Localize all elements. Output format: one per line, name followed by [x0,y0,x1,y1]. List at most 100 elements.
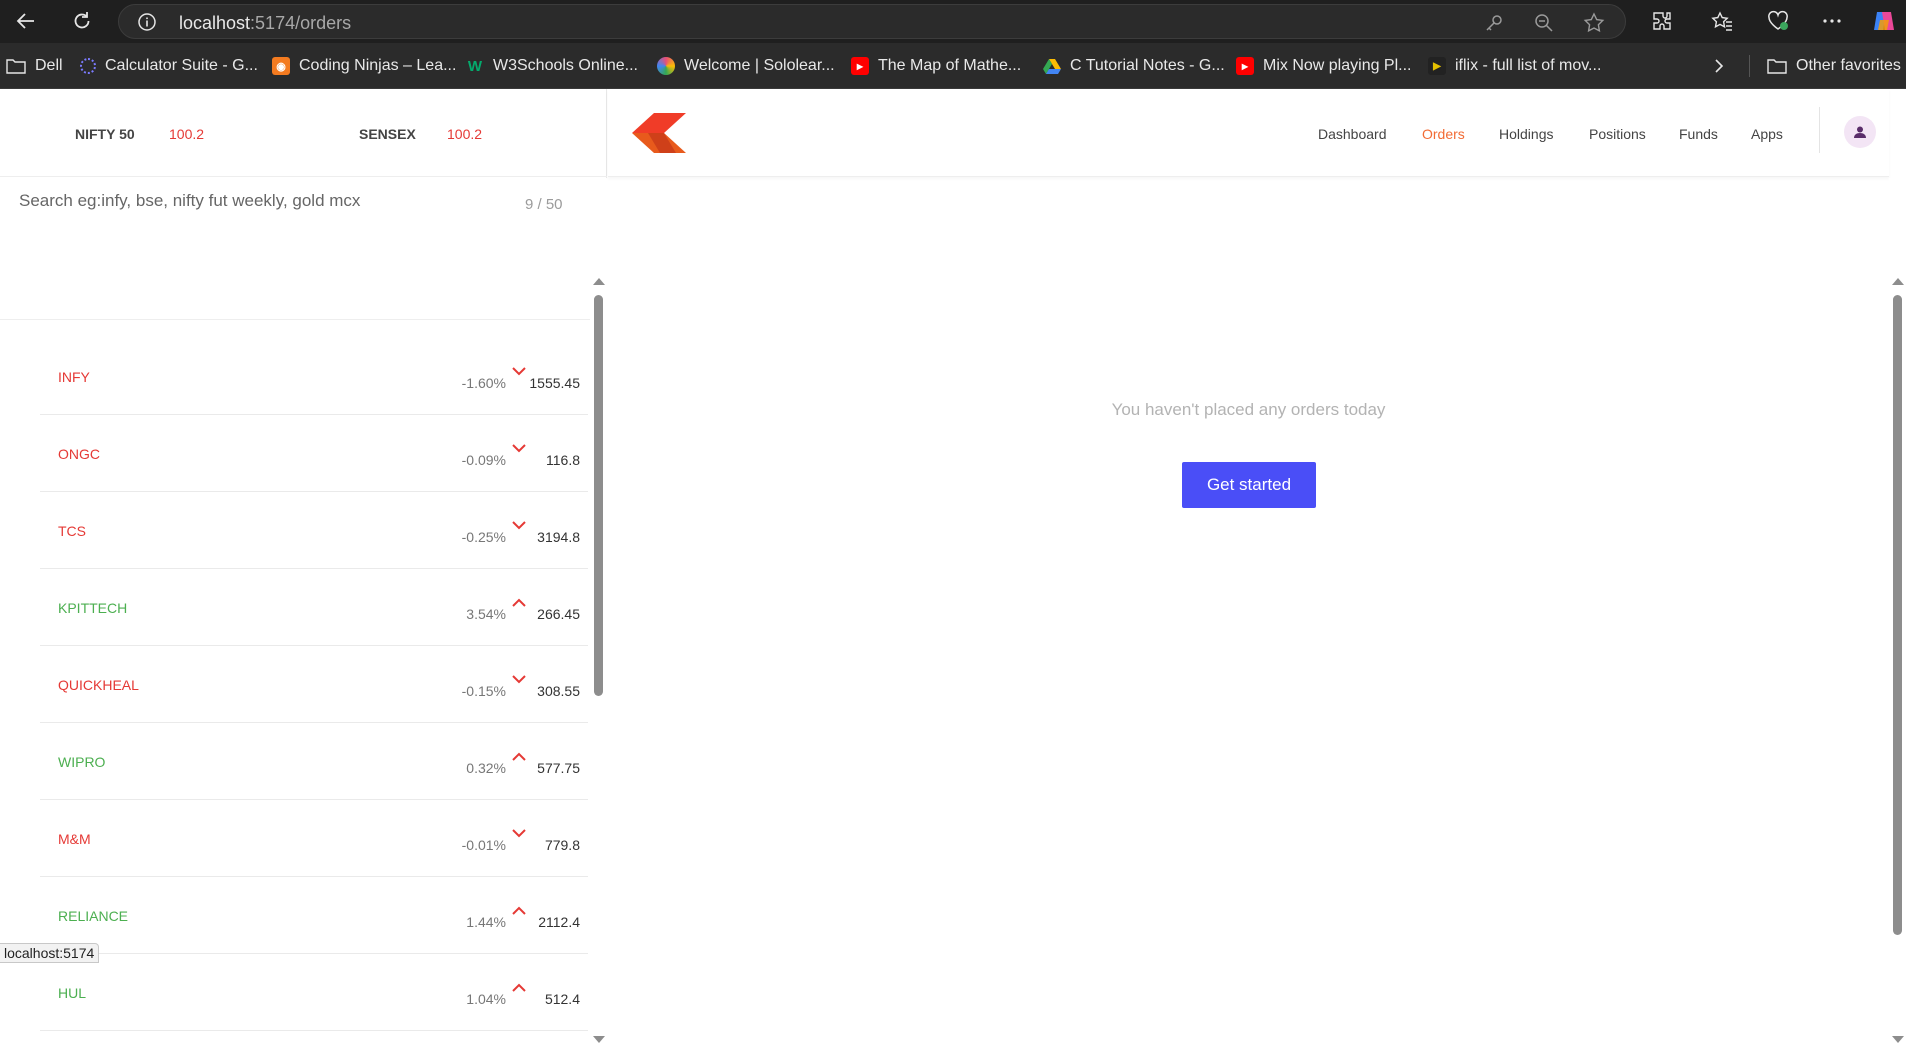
nav-funds[interactable]: Funds [1679,126,1718,142]
page-scrollbar[interactable] [1889,178,1906,1052]
scrollbar-thumb[interactable] [1893,295,1902,935]
chevron-down-icon [512,675,526,684]
bookmark-other-favorites[interactable]: Other favorites [1767,55,1901,77]
scroll-down-arrow-icon[interactable] [593,1036,605,1043]
scroll-down-arrow-icon[interactable] [1892,1036,1904,1043]
watchlist-scrollbar[interactable] [590,178,607,1052]
orders-empty-message: You haven't placed any orders today [1111,400,1386,419]
bookmark-mix-now-playing[interactable]: ▶ Mix Now playing Pl... [1236,55,1412,77]
browser-essentials-icon[interactable] [1764,7,1792,35]
watchlist-row[interactable]: KPITTECH 3.54% 266.45 [40,569,588,646]
index-name-sensex: SENSEX [359,126,416,142]
stock-price: 308.55 [537,683,580,699]
copilot-icon[interactable] [1870,7,1898,35]
bookmark-label: Welcome | Sololear... [684,57,835,74]
bookmark-calculator-suite[interactable]: Calculator Suite - G... [80,55,258,77]
stock-symbol: ONGC [58,446,100,462]
stock-symbol: HUL [58,985,87,1001]
stock-price: 1555.45 [529,375,580,391]
key-icon[interactable] [1483,12,1505,34]
bookmark-label: Mix Now playing Pl... [1263,57,1412,74]
chevron-down-icon [512,829,526,838]
bookmark-label: Coding Ninjas – Lea... [299,57,457,74]
bookmark-iflix[interactable]: ▶ iflix - full list of mov... [1428,55,1601,77]
nav-positions[interactable]: Positions [1589,126,1646,142]
back-icon[interactable] [12,7,40,35]
bookmark-label: Calculator Suite - G... [105,57,258,74]
zoom-out-icon[interactable] [1533,12,1555,34]
more-menu-icon[interactable] [1818,7,1846,35]
watchlist-row[interactable]: TCS -0.25% 3194.8 [40,492,588,569]
bookmark-dell[interactable]: Dell [6,55,63,77]
stock-percent-change: -0.15% [461,683,506,699]
stock-price: 3194.8 [537,529,580,545]
codingninjas-icon: ◉ [272,57,290,75]
watchlist-row[interactable]: ONGC -0.09% 116.8 [40,415,588,492]
stock-percent-change: 3.54% [466,606,506,622]
bookmark-sololearn[interactable]: Welcome | Sololear... [657,55,835,77]
site-info-icon[interactable] [137,12,157,32]
kite-logo-icon[interactable] [630,111,688,155]
bookmark-label: Other favorites [1796,57,1901,74]
nav-apps[interactable]: Apps [1751,126,1783,142]
iflix-icon: ▶ [1428,57,1446,75]
nav-dashboard[interactable]: Dashboard [1318,126,1387,142]
stock-percent-change: 0.32% [466,760,506,776]
extensions-icon[interactable] [1648,7,1676,35]
bookmark-label: W3Schools Online... [493,57,638,74]
nav-orders[interactable]: Orders [1422,126,1465,142]
sololearn-icon [657,57,675,75]
geogebra-icon [80,58,96,74]
status-url-tooltip: localhost:5174 [0,943,100,963]
bookmark-c-tutorial-notes[interactable]: C Tutorial Notes - G... [1043,55,1225,77]
app-root: NIFTY 50 100.2 SENSEX 100.2 9 / 50 INFY -… [0,89,1906,1052]
watchlist-row[interactable]: RELIANCE 1.44% 2112.4 [40,877,588,954]
scroll-up-arrow-icon[interactable] [593,278,605,285]
scrollbar-thumb[interactable] [594,295,603,696]
bookmark-w3schools[interactable]: W W3Schools Online... [466,55,638,77]
index-value-sensex: 100.2 [447,126,483,142]
chevron-down-icon [512,367,526,376]
stock-symbol: TCS [58,523,86,539]
favorite-star-icon[interactable] [1583,12,1605,34]
stock-percent-change: 1.04% [466,991,506,1007]
stock-symbol: QUICKHEAL [58,677,139,693]
url-host: localhost [179,13,251,33]
bookmark-coding-ninjas[interactable]: ◉ Coding Ninjas – Lea... [272,55,456,77]
google-drive-icon [1043,59,1061,74]
favorites-icon[interactable] [1708,7,1736,35]
app-header: Dashboard Orders Holdings Positions Fund… [608,89,1889,177]
search-input[interactable] [19,181,489,221]
index-name-nifty: NIFTY 50 [75,126,135,142]
w3schools-icon: W [467,57,483,75]
watchlist-rows: INFY -1.60% 1555.45 ONGC -0.09% 116.8 TCS -0.25… [40,338,588,1031]
index-value-nifty: 100.2 [169,126,205,142]
user-avatar[interactable] [1844,116,1876,148]
bookmark-map-of-mathematics[interactable]: ▶ The Map of Mathe... [851,55,1021,77]
browser-toolbar: localhost:5174/orders [0,0,1906,43]
stock-percent-change: -1.60% [461,375,506,391]
watchlist-row[interactable]: QUICKHEAL -0.15% 308.55 [40,646,588,723]
address-url[interactable]: localhost:5174/orders [179,13,351,34]
watchlist-row[interactable]: WIPRO 0.32% 577.75 [40,723,588,800]
get-started-button[interactable]: Get started [1182,462,1316,508]
scroll-up-arrow-icon[interactable] [1892,278,1904,285]
stock-symbol: WIPRO [58,754,106,770]
nav-holdings[interactable]: Holdings [1499,126,1553,142]
bookmarks-bar: Dell Calculator Suite - G... ◉ Coding Ni… [0,43,1906,89]
stock-price: 266.45 [537,606,580,622]
bookmarks-overflow-chevron-icon[interactable] [1712,55,1726,77]
address-bar[interactable]: localhost:5174/orders [118,4,1626,39]
refresh-icon[interactable] [68,7,96,35]
user-icon [1854,126,1866,138]
watchlist-row[interactable]: M&M -0.01% 779.8 [40,800,588,877]
bookmark-label: Dell [35,57,63,74]
watchlist-count: 9 / 50 [525,196,563,213]
orders-content: You haven't placed any orders today Get … [608,178,1889,963]
bookmark-label: The Map of Mathe... [878,57,1022,74]
watchlist-row[interactable]: HUL 1.04% 512.4 [40,954,588,1031]
youtube-icon: ▶ [1236,57,1254,75]
chevron-down-icon [512,444,526,453]
watchlist-row[interactable]: INFY -1.60% 1555.45 [40,338,588,415]
bookmark-label: iflix - full list of mov... [1455,57,1602,74]
